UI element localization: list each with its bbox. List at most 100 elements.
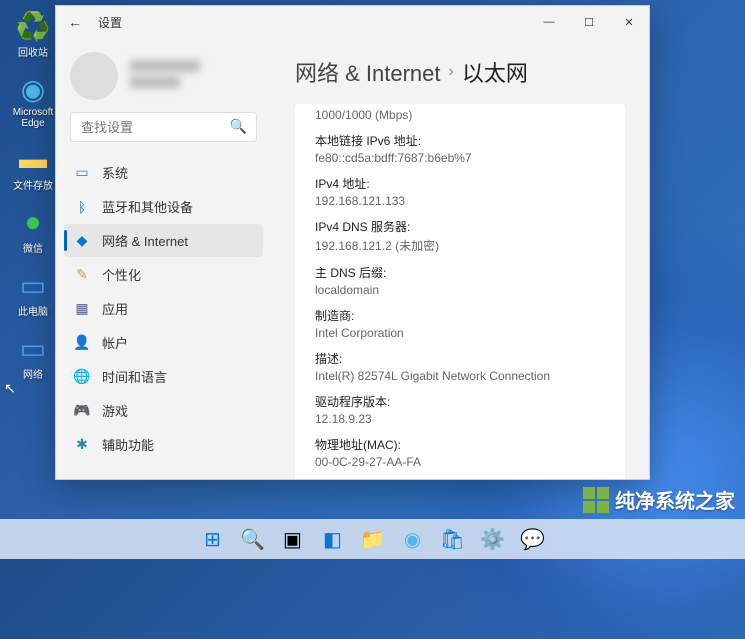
mac-label: 物理地址(MAC): — [315, 436, 605, 453]
nav-item-time-language[interactable]: 🌐时间和语言 — [64, 360, 263, 393]
taskbar-search[interactable]: 🔍 — [235, 521, 271, 557]
nav-item-privacy[interactable]: 🛡隐私和安全性 — [64, 462, 263, 471]
desktop-icon-folder[interactable]: ▬ 文件存放 — [8, 143, 58, 192]
desktop-icon-this-pc[interactable]: ▭ 此电脑 — [8, 269, 58, 318]
wifi-icon: ◆ — [74, 233, 90, 249]
desktop-icon-recycle-bin[interactable]: ♻️ 回收站 — [8, 10, 58, 59]
cursor-icon: ↖ — [4, 380, 16, 397]
nav-list: ▭ 系统 ᛒ 蓝牙和其他设备 ◆ 网络 & Internet ✎ 个性化 ▦ 应用 👤 帐户… — [56, 152, 271, 471]
nav-item-apps[interactable]: ▦ 应用 — [64, 292, 263, 325]
search-icon: 🔍 — [240, 527, 265, 552]
dns-label: IPv4 DNS 服务器: — [315, 218, 605, 235]
nav-label: 蓝牙和其他设备 — [102, 197, 193, 216]
nav-item-accessibility[interactable]: ✱辅助功能 — [64, 428, 263, 461]
desktop-icon-label: 微信 — [23, 240, 43, 255]
apps-icon: ▦ — [74, 301, 90, 317]
desktop-icon-label: Microsoft Edge — [8, 107, 58, 129]
avatar — [70, 52, 118, 100]
search-input[interactable] — [70, 112, 257, 142]
nav-label: 系统 — [102, 163, 128, 182]
ipv6-label: 本地链接 IPv6 地址: — [315, 132, 605, 149]
taskbar-widgets[interactable]: ◧ — [315, 521, 351, 557]
taskbar-settings[interactable]: ⚙️ — [475, 521, 511, 557]
profile-section[interactable] — [56, 46, 271, 112]
system-icon: ▭ — [74, 165, 90, 181]
nav-item-network[interactable]: ◆ 网络 & Internet — [64, 224, 263, 257]
driver-version-value: 12.18.9.23 — [315, 412, 605, 426]
store-icon: 🛍 — [440, 527, 465, 552]
wechat-icon: 💬 — [520, 527, 545, 552]
breadcrumb: 网络 & Internet › 以太网 — [295, 56, 625, 88]
settings-window: ← 设置 — ☐ ✕ 🔍 ▭系统 ᛒ蓝牙和其他设备 ◆网络 & Internet… — [55, 5, 650, 480]
desktop-icon-wechat[interactable]: ● 微信 — [8, 206, 58, 255]
link-speed-value: 1000/1000 (Mbps) — [315, 104, 605, 122]
nav-label: 网络 & Internet — [102, 231, 188, 250]
taskbar-taskview[interactable]: ▣ — [275, 521, 311, 557]
ipv4-label: IPv4 地址: — [315, 175, 605, 192]
watermark-logo-icon — [583, 487, 609, 513]
wechat-icon: ● — [17, 206, 49, 238]
taskbar-wechat[interactable]: 💬 — [515, 521, 551, 557]
network-icon: ▭ — [17, 332, 49, 364]
watermark-text: 纯净系统之家 — [615, 485, 735, 514]
watermark: 纯净系统之家 — [583, 485, 735, 514]
start-button[interactable]: ⊞ — [195, 521, 231, 557]
description-label: 描述: — [315, 350, 605, 367]
nav-item-gaming[interactable]: 🎮 游戏 — [64, 394, 263, 427]
network-details-card: 1000/1000 (Mbps) 本地链接 IPv6 地址:fe80::cd5a… — [295, 104, 625, 479]
sidebar: 🔍 ▭系统 ᛒ蓝牙和其他设备 ◆网络 & Internet ✎个性化 ▦应用 👤… — [56, 38, 271, 479]
desktop-icon-label: 回收站 — [18, 44, 48, 59]
dns-value: 192.168.121.2 (未加密) — [315, 237, 605, 254]
brush-icon: ✎ — [74, 267, 90, 283]
nav-item-accounts[interactable]: 👤 帐户 — [64, 326, 263, 359]
widgets-icon: ◧ — [323, 527, 342, 552]
titlebar[interactable]: ← 设置 — ☐ ✕ — [56, 6, 649, 38]
chevron-right-icon: › — [449, 63, 454, 81]
nav-label: 游戏 — [102, 401, 128, 420]
shield-icon: 🛡 — [74, 471, 90, 472]
manufacturer-value: Intel Corporation — [315, 326, 605, 340]
bluetooth-icon: ᛒ — [74, 199, 90, 215]
desktop-icon-edge[interactable]: ◉ Microsoft Edge — [8, 73, 58, 129]
description-value: Intel(R) 82574L Gigabit Network Connecti… — [315, 369, 605, 383]
nav-item-system[interactable]: ▭ 系统 — [64, 156, 263, 189]
person-icon: 👤 — [74, 335, 90, 351]
windows-icon: ⊞ — [204, 527, 221, 552]
folder-icon: 📁 — [360, 527, 385, 552]
desktop-icons: ♻️ 回收站 ◉ Microsoft Edge ▬ 文件存放 ● 微信 ▭ 此电… — [8, 10, 58, 381]
window-title: 设置 — [98, 14, 122, 31]
manufacturer-label: 制造商: — [315, 307, 605, 324]
mac-value: 00-0C-29-27-AA-FA — [315, 455, 605, 469]
folder-icon: ▬ — [17, 143, 49, 175]
back-button[interactable]: ← — [68, 14, 82, 30]
taskview-icon: ▣ — [283, 527, 302, 552]
nav-item-personalization[interactable]: ✎ 个性化 — [64, 258, 263, 291]
minimize-button[interactable]: — — [529, 6, 569, 38]
taskbar-edge[interactable]: ◉ — [395, 521, 431, 557]
monitor-icon: ▭ — [17, 269, 49, 301]
gamepad-icon: 🎮 — [74, 403, 90, 419]
close-button[interactable]: ✕ — [609, 6, 649, 38]
nav-label: 帐户 — [102, 333, 128, 352]
ipv6-value: fe80::cd5a:bdff:7687:b6eb%7 — [315, 151, 605, 165]
taskbar-store[interactable]: 🛍 — [435, 521, 471, 557]
taskbar-explorer[interactable]: 📁 — [355, 521, 391, 557]
nav-label: 时间和语言 — [102, 367, 167, 386]
maximize-button[interactable]: ☐ — [569, 6, 609, 38]
desktop-icon-label: 文件存放 — [13, 177, 53, 192]
nav-label: 个性化 — [102, 265, 141, 284]
ipv4-value: 192.168.121.133 — [315, 194, 605, 208]
desktop-icon-network[interactable]: ▭ 网络 — [8, 332, 58, 381]
driver-version-label: 驱动程序版本: — [315, 393, 605, 410]
breadcrumb-parent[interactable]: 网络 & Internet — [295, 56, 441, 88]
dns-suffix-label: 主 DNS 后缀: — [315, 264, 605, 281]
edge-icon: ◉ — [404, 527, 421, 552]
recycle-bin-icon: ♻️ — [17, 10, 49, 42]
nav-item-bluetooth[interactable]: ᛒ 蓝牙和其他设备 — [64, 190, 263, 223]
taskbar: ⊞ 🔍 ▣ ◧ 📁 ◉ 🛍 ⚙️ 💬 — [0, 519, 745, 559]
gear-icon: ⚙️ — [480, 527, 505, 552]
breadcrumb-current: 以太网 — [462, 56, 528, 88]
desktop-icon-label: 此电脑 — [18, 303, 48, 318]
nav-label: 应用 — [102, 299, 128, 318]
accessibility-icon: ✱ — [74, 437, 90, 453]
